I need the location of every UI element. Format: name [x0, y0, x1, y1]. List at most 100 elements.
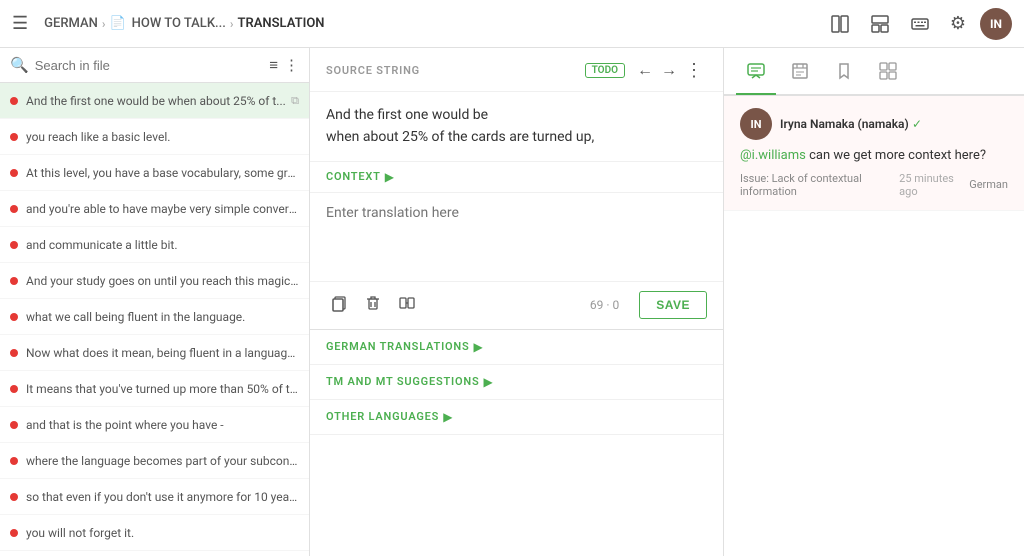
string-text: what we call being fluent in the languag… [26, 310, 299, 324]
keyboard-icon[interactable] [904, 8, 936, 40]
context-arrow-icon: ▶ [385, 170, 394, 184]
string-text: you will not forget it. [26, 526, 299, 540]
next-string-button[interactable]: → [657, 60, 681, 82]
user-avatar[interactable]: IN [980, 8, 1012, 40]
translation-area [310, 193, 723, 282]
breadcrumb: GERMAN › 📄 HOW TO TALK... › TRANSLATION [44, 16, 824, 31]
list-item[interactable]: and communicate a little bit. [0, 227, 309, 263]
more-options-icon[interactable]: ⋮ [284, 56, 299, 74]
string-text: you reach like a basic level. [26, 130, 299, 144]
layout2-icon[interactable] [864, 8, 896, 40]
list-item[interactable]: Now what does it mean, being fluent in a… [0, 335, 309, 371]
list-item[interactable]: what we call being fluent in the languag… [0, 299, 309, 335]
breadcrumb-german[interactable]: GERMAN [44, 16, 98, 31]
list-item[interactable]: And the first one would be when about 25… [0, 83, 309, 119]
other-languages-label: OTHER LANGUAGES [326, 410, 439, 423]
list-item[interactable]: and you're able to have maybe very simpl… [0, 191, 309, 227]
list-item[interactable]: you will not forget it. [0, 515, 309, 551]
german-translations-arrow: ▶ [474, 340, 483, 354]
layout1-icon[interactable] [824, 8, 856, 40]
right-panel: IN Iryna Namaka (namaka) ✓ @i.williams c… [724, 48, 1024, 556]
filter-icon[interactable]: ≡ [269, 56, 278, 74]
source-text-area: And the first one would be when about 25… [310, 92, 723, 162]
status-dot [10, 97, 18, 105]
other-languages-section[interactable]: OTHER LANGUAGES ▶ [310, 400, 723, 435]
comment-time: 25 minutes ago [899, 172, 963, 198]
comment-meta: Issue: Lack of contextual information 25… [740, 172, 1008, 198]
context-label: CONTEXT [326, 170, 381, 183]
tm-mt-section[interactable]: TM AND MT SUGGESTIONS ▶ [310, 365, 723, 400]
breadcrumb-translation[interactable]: TRANSLATION [238, 16, 325, 31]
list-item[interactable]: At this level, you have a base vocabular… [0, 155, 309, 191]
string-text: Now what does it mean, being fluent in a… [26, 346, 299, 360]
list-item[interactable]: And your study goes on until you reach t… [0, 263, 309, 299]
right-panel-tabs [724, 48, 1024, 96]
status-dot [10, 493, 18, 501]
other-languages-arrow: ▶ [443, 410, 452, 424]
status-dot [10, 529, 18, 537]
prev-string-button[interactable]: ← [633, 60, 657, 82]
char-count: 69 · 0 [590, 298, 619, 312]
list-item[interactable]: so that even if you don't use it anymore… [0, 479, 309, 515]
status-dot [10, 421, 18, 429]
tab-comments[interactable] [736, 49, 776, 95]
status-dot [10, 313, 18, 321]
tm-mt-arrow: ▶ [484, 375, 493, 389]
string-text: It means that you've turned up more than… [26, 382, 299, 396]
list-item[interactable]: and that is the point where you have - [0, 407, 309, 443]
german-translations-section[interactable]: GERMAN TRANSLATIONS ▶ [310, 330, 723, 365]
tab-history[interactable] [780, 49, 820, 95]
save-button[interactable]: SAVE [639, 291, 707, 319]
todo-badge: TODO [585, 63, 625, 78]
comment-user-info: Iryna Namaka (namaka) ✓ [780, 117, 922, 132]
search-bar: 🔍 ≡ ⋮ [0, 48, 309, 83]
comment-body-text: can we get more context here? [809, 148, 986, 163]
doc-icon: 📄 [109, 16, 125, 31]
search-input[interactable] [35, 58, 264, 73]
source-menu-button[interactable]: ⋮ [681, 58, 707, 83]
status-dot [10, 349, 18, 357]
menu-icon[interactable]: ☰ [12, 13, 28, 34]
context-link[interactable]: CONTEXT ▶ [310, 162, 723, 193]
string-text: so that even if you don't use it anymore… [26, 490, 299, 504]
tab-grid[interactable] [868, 49, 908, 95]
comment-text: @i.williams can we get more context here… [740, 146, 1008, 166]
commenter-avatar: IN [740, 108, 772, 140]
list-item[interactable]: where the language becomes part of your … [0, 443, 309, 479]
comment-username-display: Iryna Namaka (namaka) [780, 117, 909, 131]
string-text: and that is the point where you have - [26, 418, 299, 432]
string-text: and you're able to have maybe very simpl… [26, 202, 299, 216]
breadcrumb-chevron-2: › [230, 17, 234, 31]
translation-input[interactable] [326, 205, 707, 265]
string-text: and communicate a little bit. [26, 238, 299, 252]
center-panel: SOURCE STRING TODO ← → ⋮ And the first o… [310, 48, 724, 556]
search-icon: 🔍 [10, 56, 29, 74]
string-text: where the language becomes part of your … [26, 454, 299, 468]
copy-icon[interactable]: ⧉ [291, 94, 299, 108]
comment-item: IN Iryna Namaka (namaka) ✓ @i.williams c… [724, 96, 1024, 211]
status-dot [10, 169, 18, 177]
comment-issue: Issue: Lack of contextual information [740, 172, 893, 198]
tab-bookmarks[interactable] [824, 49, 864, 95]
breadcrumb-chevron-1: › [102, 17, 106, 31]
nav-actions: ⚙ IN [824, 7, 1012, 40]
delete-button[interactable] [360, 290, 386, 321]
breadcrumb-file[interactable]: HOW TO TALK... [132, 16, 226, 31]
status-dot [10, 277, 18, 285]
list-item[interactable]: It means that you've turned up more than… [0, 371, 309, 407]
string-text: And your study goes on until you reach t… [26, 274, 299, 288]
string-text: And the first one would be when about 25… [26, 94, 287, 108]
comment-mention: @i.williams [740, 148, 806, 163]
verified-icon: ✓ [912, 117, 922, 131]
top-navigation: ☰ GERMAN › 📄 HOW TO TALK... › TRANSLATIO… [0, 0, 1024, 48]
list-item[interactable]: You can get back into it within a very, … [0, 551, 309, 556]
strings-list: And the first one would be when about 25… [0, 83, 309, 556]
source-header: SOURCE STRING TODO ← → ⋮ [310, 48, 723, 92]
list-item[interactable]: you reach like a basic level. [0, 119, 309, 155]
split-button[interactable] [394, 290, 420, 321]
translation-toolbar: 69 · 0 SAVE [310, 282, 723, 330]
source-text: And the first one would be when about 25… [326, 104, 707, 149]
copy-source-button[interactable] [326, 290, 352, 321]
settings-icon[interactable]: ⚙ [944, 7, 972, 40]
status-dot [10, 205, 18, 213]
